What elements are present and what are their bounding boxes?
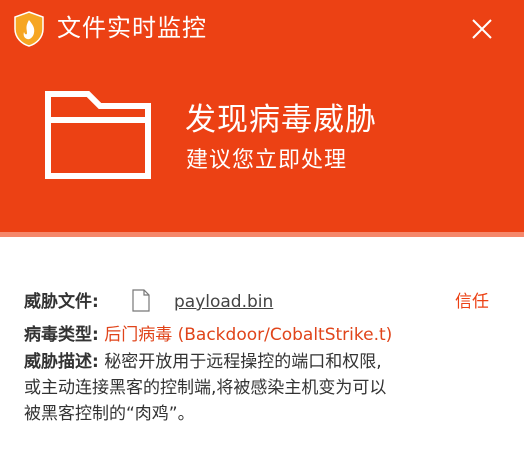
threat-description-row: 威胁描述: 秘密开放用于远程操控的端口和权限, 或主动连接黑客的控制端,将被感染… — [24, 349, 514, 427]
alert-title: 发现病毒威胁 — [185, 102, 377, 138]
threat-description-line1: 秘密开放用于远程操控的端口和权限, — [104, 352, 382, 372]
shield-flame-icon — [14, 11, 44, 47]
threat-description-line2: 或主动连接黑客的控制端,将被感染主机变为可以 — [24, 378, 387, 398]
threat-description-label: 威胁描述: — [24, 352, 99, 372]
virus-type-row: 病毒类型: 后门病毒 (Backdoor/CobaltStrike.t) — [24, 323, 392, 347]
alert-subtitle: 建议您立即处理 — [186, 148, 348, 173]
header-divider — [0, 232, 524, 237]
threat-file-row: 威胁文件: payload.bin — [24, 289, 504, 314]
window-title: 文件实时监控 — [57, 14, 207, 42]
threat-file-label: 威胁文件: — [24, 292, 99, 312]
folder-icon — [45, 91, 151, 179]
virus-type-value: 后门病毒 (Backdoor/CobaltStrike.t) — [104, 325, 393, 345]
file-icon — [132, 289, 150, 312]
virus-type-label: 病毒类型: — [24, 325, 99, 345]
threat-file-name[interactable]: payload.bin — [174, 290, 273, 314]
threat-description-line3: 被黑客控制的“肉鸡”。 — [24, 404, 195, 424]
close-icon[interactable] — [466, 13, 498, 45]
trust-button[interactable]: 信任 — [455, 290, 489, 314]
